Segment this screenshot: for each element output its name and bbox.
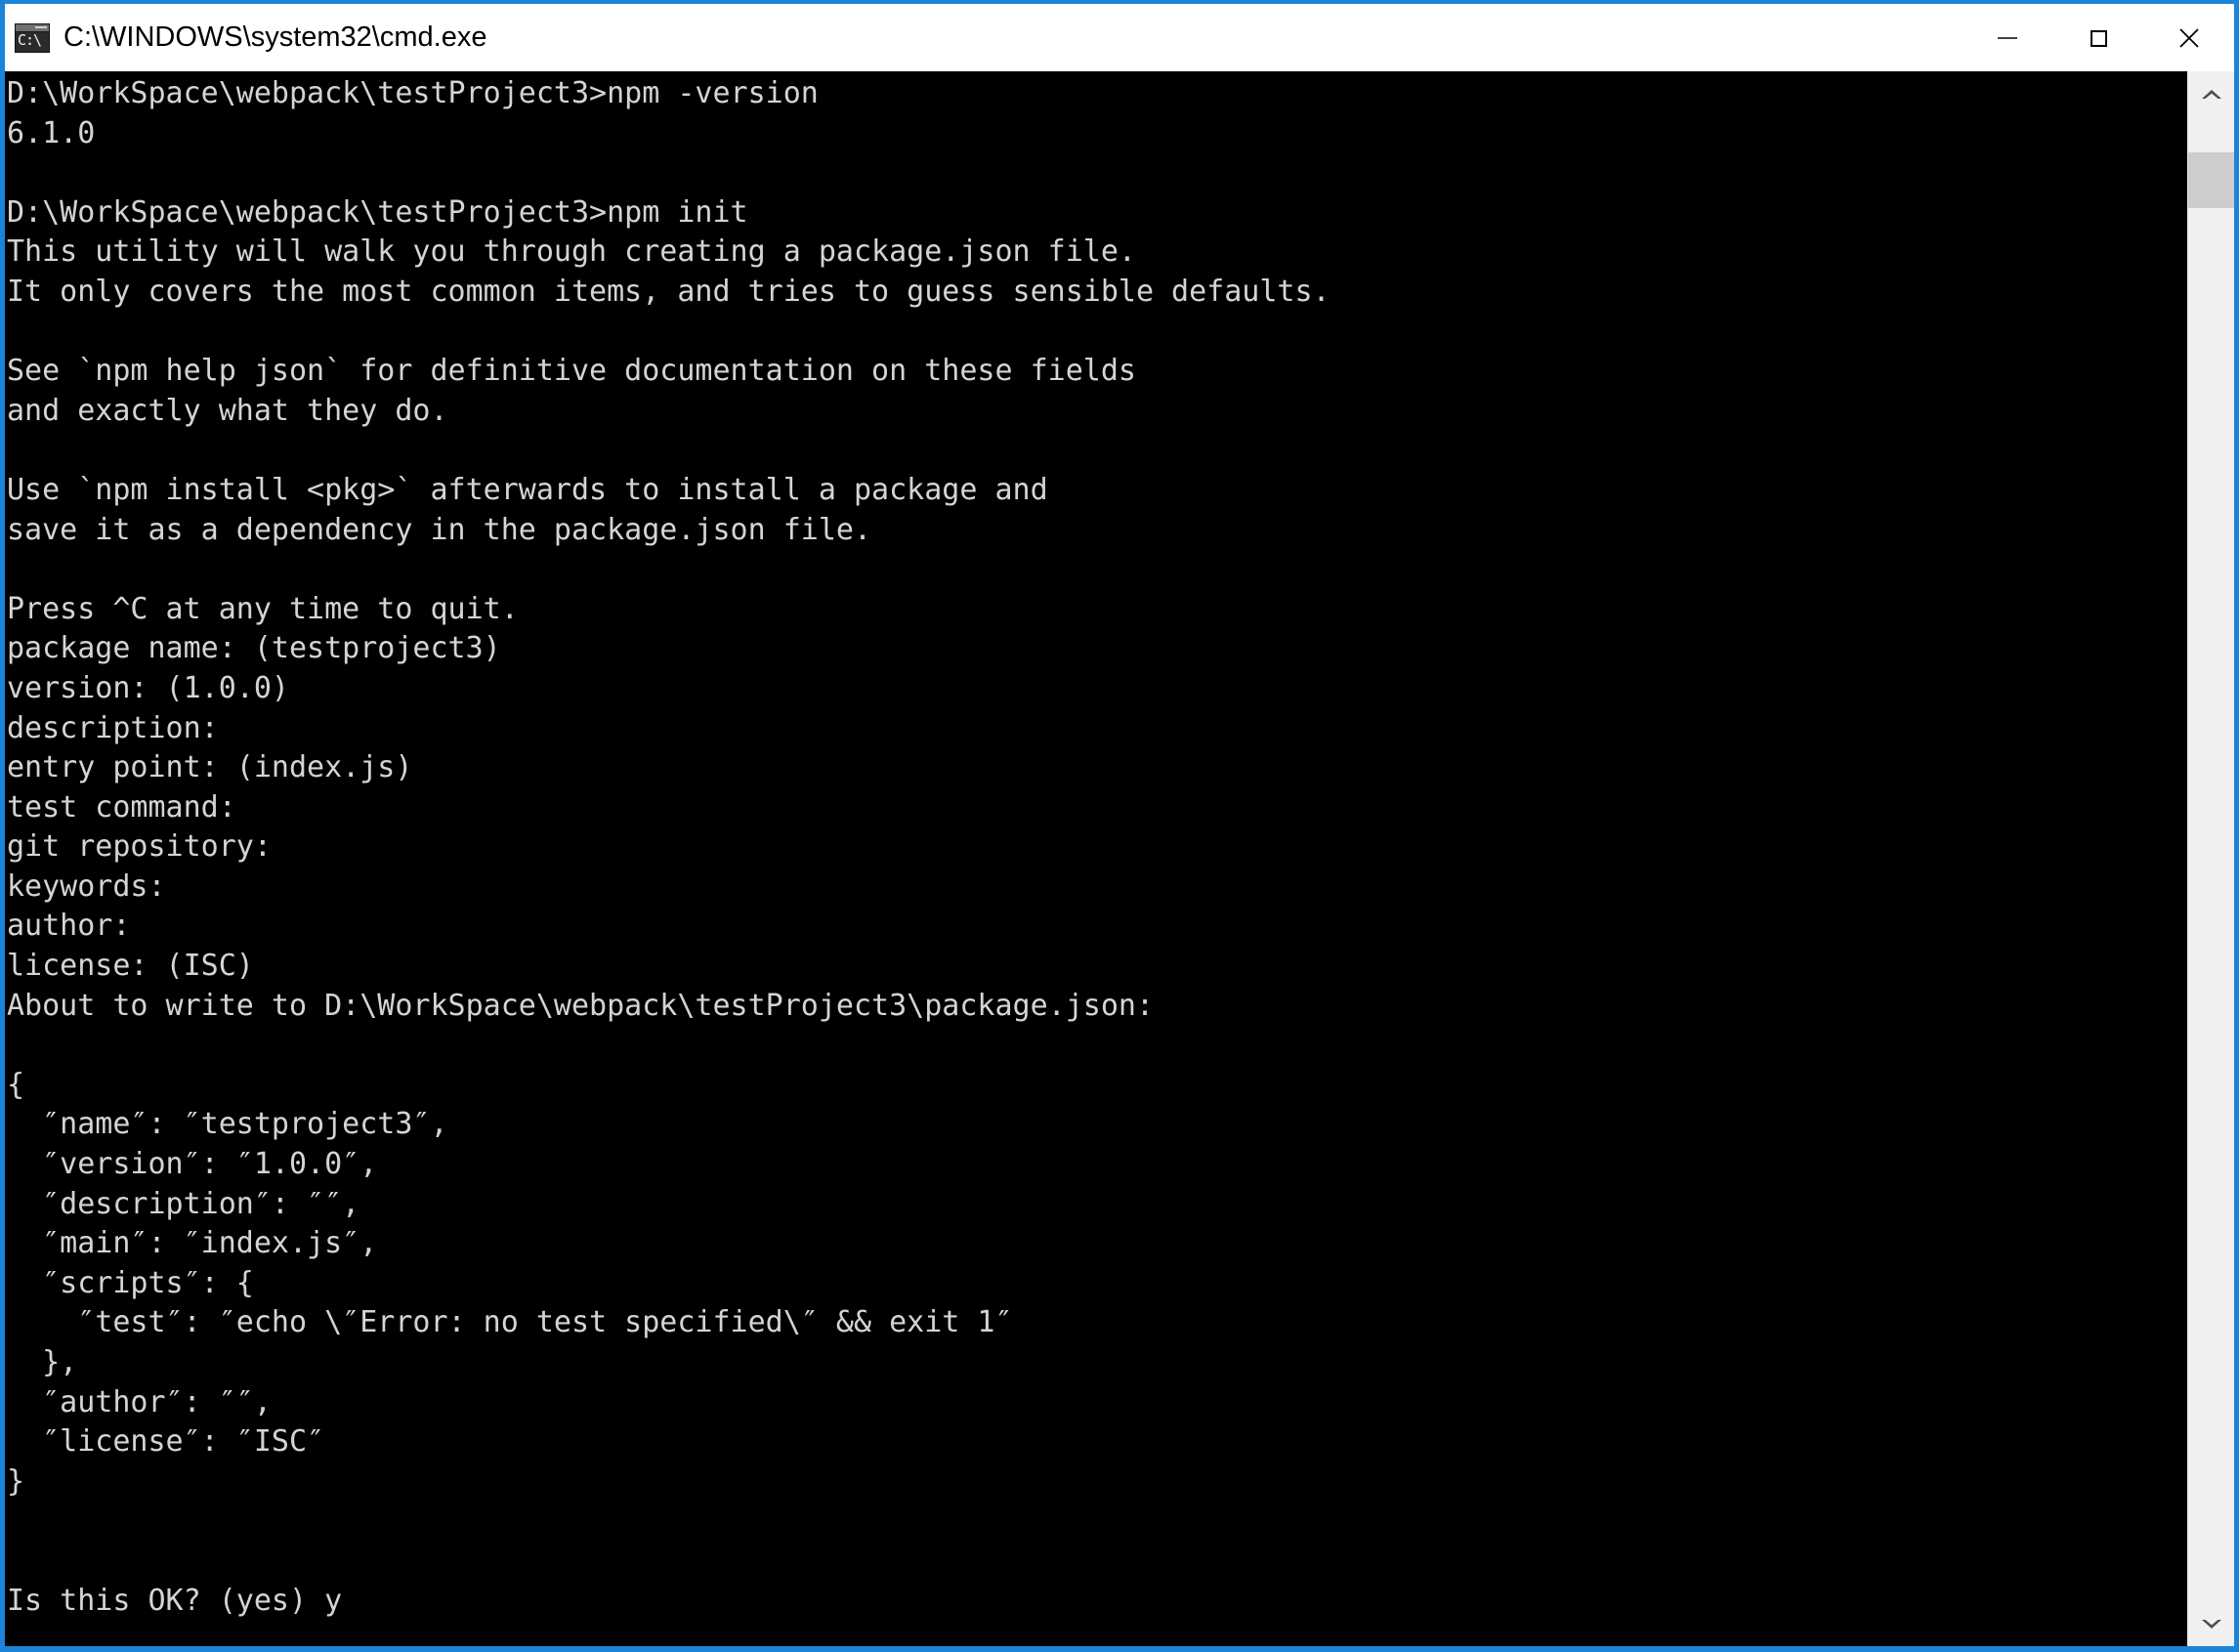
title-bar-left: C:\ C:\WINDOWS\system32\cmd.exe — [5, 4, 486, 71]
console-line: }, — [7, 1345, 78, 1379]
console-line: It only covers the most common items, an… — [7, 274, 1331, 309]
console-line: Use `npm install <pkg>` afterwards to in… — [7, 472, 1048, 507]
title-bar[interactable]: C:\ C:\WINDOWS\system32\cmd.exe — [5, 4, 2234, 71]
scrollbar-thumb[interactable] — [2188, 152, 2234, 208]
console-line: Press ^C at any time to quit. — [7, 591, 519, 626]
console-line: D:\WorkSpace\webpack\testProject3>npm in… — [7, 194, 748, 230]
console-line: and exactly what they do. — [7, 393, 448, 428]
console-line: ″test″: ″echo \″Error: no test specified… — [7, 1305, 1013, 1340]
console-line: ″license″: ″ISC″ — [7, 1424, 325, 1460]
console-line: author: — [7, 909, 131, 944]
console-line: test command: — [7, 789, 236, 825]
cmd-icon-prompt-glyph: C:\ — [18, 30, 42, 49]
console-line: license: (ISC) — [7, 949, 254, 984]
console-line: version: (1.0.0) — [7, 670, 289, 705]
close-button[interactable] — [2143, 4, 2234, 71]
console-line: See `npm help json` for definitive docum… — [7, 354, 1136, 389]
console-line: ″version″: ″1.0.0″, — [7, 1147, 378, 1182]
console-line: git repository: — [7, 829, 272, 865]
window-title: C:\WINDOWS\system32\cmd.exe — [63, 21, 487, 53]
console-line: entry point: (index.js) — [7, 750, 413, 785]
console-line: package name: (testproject3) — [7, 631, 501, 666]
console-output[interactable]: D:\WorkSpace\webpack\testProject3>npm -v… — [5, 71, 2187, 1646]
console-line: keywords: — [7, 868, 166, 904]
window-controls — [1962, 4, 2234, 71]
scroll-up-icon[interactable] — [2188, 71, 2234, 117]
console-line: ″scripts″: { — [7, 1265, 254, 1300]
console-line: 6.1.0 — [7, 115, 96, 150]
minimize-button[interactable] — [1962, 4, 2052, 71]
console-line: ″name″: ″testproject3″, — [7, 1107, 448, 1142]
console-line: ″description″: ″″, — [7, 1186, 360, 1221]
console-line: ″author″: ″″, — [7, 1384, 272, 1419]
console-scrollbar[interactable] — [2187, 71, 2234, 1646]
console-line: description: — [7, 710, 219, 745]
maximize-button[interactable] — [2052, 4, 2143, 71]
scroll-down-icon[interactable] — [2188, 1600, 2234, 1646]
console-line: save it as a dependency in the package.j… — [7, 512, 872, 547]
cmd-window: C:\ C:\WINDOWS\system32\cmd.exe D:\WorkS… — [0, 0, 2239, 1652]
cmd-icon: C:\ — [15, 22, 50, 53]
scrollbar-track[interactable] — [2188, 117, 2234, 1600]
console-line: { — [7, 1067, 25, 1102]
console-line: D:\WorkSpace\webpack\testProject3>npm -v… — [7, 76, 819, 110]
console-line: ″main″: ″index.js″, — [7, 1226, 378, 1261]
console-area: D:\WorkSpace\webpack\testProject3>npm -v… — [5, 71, 2234, 1646]
console-line: About to write to D:\WorkSpace\webpack\t… — [7, 988, 1154, 1023]
console-line: Is this OK? (yes) y — [7, 1583, 343, 1618]
console-line: } — [7, 1463, 25, 1499]
console-line: This utility will walk you through creat… — [7, 234, 1136, 270]
